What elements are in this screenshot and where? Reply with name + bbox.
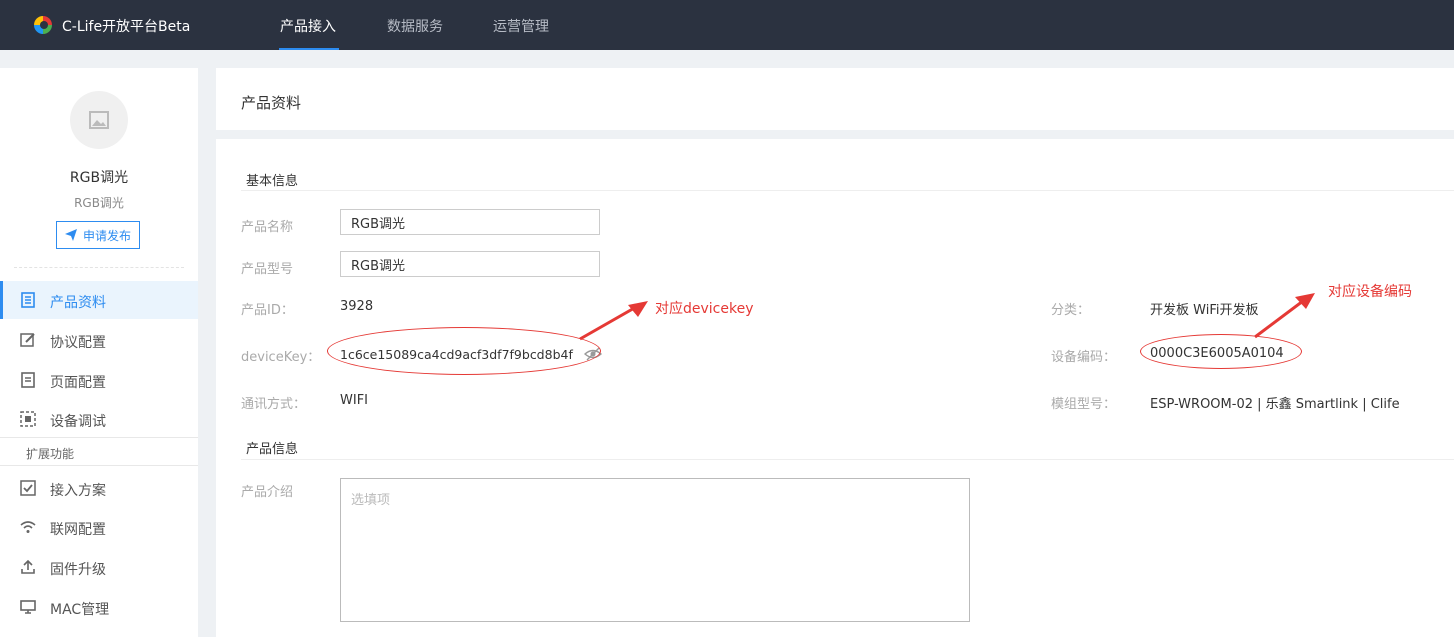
checkbox-icon xyxy=(20,480,36,496)
devicekey-arrow-icon xyxy=(579,301,648,341)
send-icon xyxy=(64,229,77,241)
section-divider xyxy=(241,459,1454,460)
monitor-icon xyxy=(20,600,36,614)
nav-product-access[interactable]: 产品接入 xyxy=(280,16,336,36)
intro-textarea[interactable] xyxy=(340,478,970,622)
sidebar-item-label: 联网配置 xyxy=(50,522,106,538)
publish-button[interactable]: 申请发布 xyxy=(56,221,140,249)
nav-data-service[interactable]: 数据服务 xyxy=(387,16,443,36)
product-info-title: 产品信息 xyxy=(246,442,299,457)
debug-icon xyxy=(20,411,36,427)
devicekey-annotation: 对应devicekey xyxy=(655,301,754,317)
module-value: ESP-WROOM-02 | 乐鑫 Smartlink | Clife xyxy=(1150,397,1400,412)
device-code-label: 设备编码： xyxy=(1051,350,1117,365)
sidebar-divider xyxy=(14,267,184,268)
device-code-annotation: 对应设备编码 xyxy=(1328,284,1412,300)
brand-title[interactable]: C-Life开放平台Beta xyxy=(62,16,190,36)
product-model-label: 产品型号 xyxy=(241,262,294,277)
comm-value: WIFI xyxy=(340,393,368,408)
module-label: 模组型号： xyxy=(1051,397,1117,412)
wifi-icon xyxy=(20,521,36,533)
sidebar-item-label: 协议配置 xyxy=(50,335,106,351)
sidebar-item-device-debug[interactable]: 设备调试 xyxy=(0,400,198,438)
upload-icon xyxy=(21,559,35,574)
sidebar-item-product-info[interactable]: 产品资料 xyxy=(0,281,198,319)
product-id-label: 产品ID： xyxy=(241,303,294,318)
section-divider xyxy=(241,190,1454,191)
device-code-arrow-icon xyxy=(1254,293,1315,339)
document-icon xyxy=(21,292,35,308)
comm-label: 通讯方式： xyxy=(241,397,307,412)
sidebar-item-label: MAC管理 xyxy=(50,602,110,618)
sidebar-item-firmware-upgrade[interactable]: 固件升级 xyxy=(0,548,198,586)
top-navbar: C-Life开放平台Beta 产品接入 数据服务 运营管理 xyxy=(0,0,1454,50)
sidebar-item-label: 设备调试 xyxy=(50,414,106,430)
sidebar-item-mac-management[interactable]: MAC管理 xyxy=(0,588,198,626)
edit-icon xyxy=(20,333,35,347)
ext-section-label: 扩展功能 xyxy=(26,447,75,461)
category-value: 开发板 WiFi开发板 xyxy=(1150,303,1259,318)
sidebar-item-label: 页面配置 xyxy=(50,375,106,391)
sidebar-item-access-plan[interactable]: 接入方案 xyxy=(0,469,198,507)
category-label: 分类： xyxy=(1051,303,1091,318)
nav-operations[interactable]: 运营管理 xyxy=(493,16,549,36)
product-subtitle: RGB调光 xyxy=(74,196,124,210)
sidebar-item-protocol[interactable]: 协议配置 xyxy=(0,321,198,359)
product-avatar xyxy=(70,91,128,149)
devicekey-label: deviceKey： xyxy=(241,350,321,365)
basic-info-title: 基本信息 xyxy=(246,174,299,189)
product-name-label: 产品名称 xyxy=(241,220,294,235)
page-icon xyxy=(21,372,35,388)
sidebar: RGB调光 RGB调光 申请发布 产品资料 协议配置 页面配置 设备调试 扩展功… xyxy=(0,68,198,637)
sidebar-separator xyxy=(0,465,198,466)
clife-logo-icon xyxy=(34,16,52,34)
page-header: 产品资料 xyxy=(216,68,1454,130)
image-placeholder-icon xyxy=(89,111,109,129)
sidebar-item-label: 固件升级 xyxy=(50,562,106,578)
content-panel: 基本信息 产品名称 产品型号 产品ID： 3928 deviceKey： 1c6… xyxy=(216,139,1454,637)
publish-button-label: 申请发布 xyxy=(82,228,131,243)
page-title: 产品资料 xyxy=(241,94,302,112)
product-id-value: 3928 xyxy=(340,299,374,314)
nav-active-indicator xyxy=(279,48,339,50)
sidebar-item-network-config[interactable]: 联网配置 xyxy=(0,508,198,546)
intro-label: 产品介绍 xyxy=(241,485,294,500)
product-name-input[interactable] xyxy=(340,209,600,235)
devicekey-highlight-ellipse xyxy=(327,327,601,375)
sidebar-item-label: 接入方案 xyxy=(50,483,106,499)
sidebar-item-label: 产品资料 xyxy=(50,295,106,311)
sidebar-separator xyxy=(0,437,198,438)
product-model-input[interactable] xyxy=(340,251,600,277)
sidebar-item-page-config[interactable]: 页面配置 xyxy=(0,361,198,399)
product-name: RGB调光 xyxy=(69,170,129,186)
